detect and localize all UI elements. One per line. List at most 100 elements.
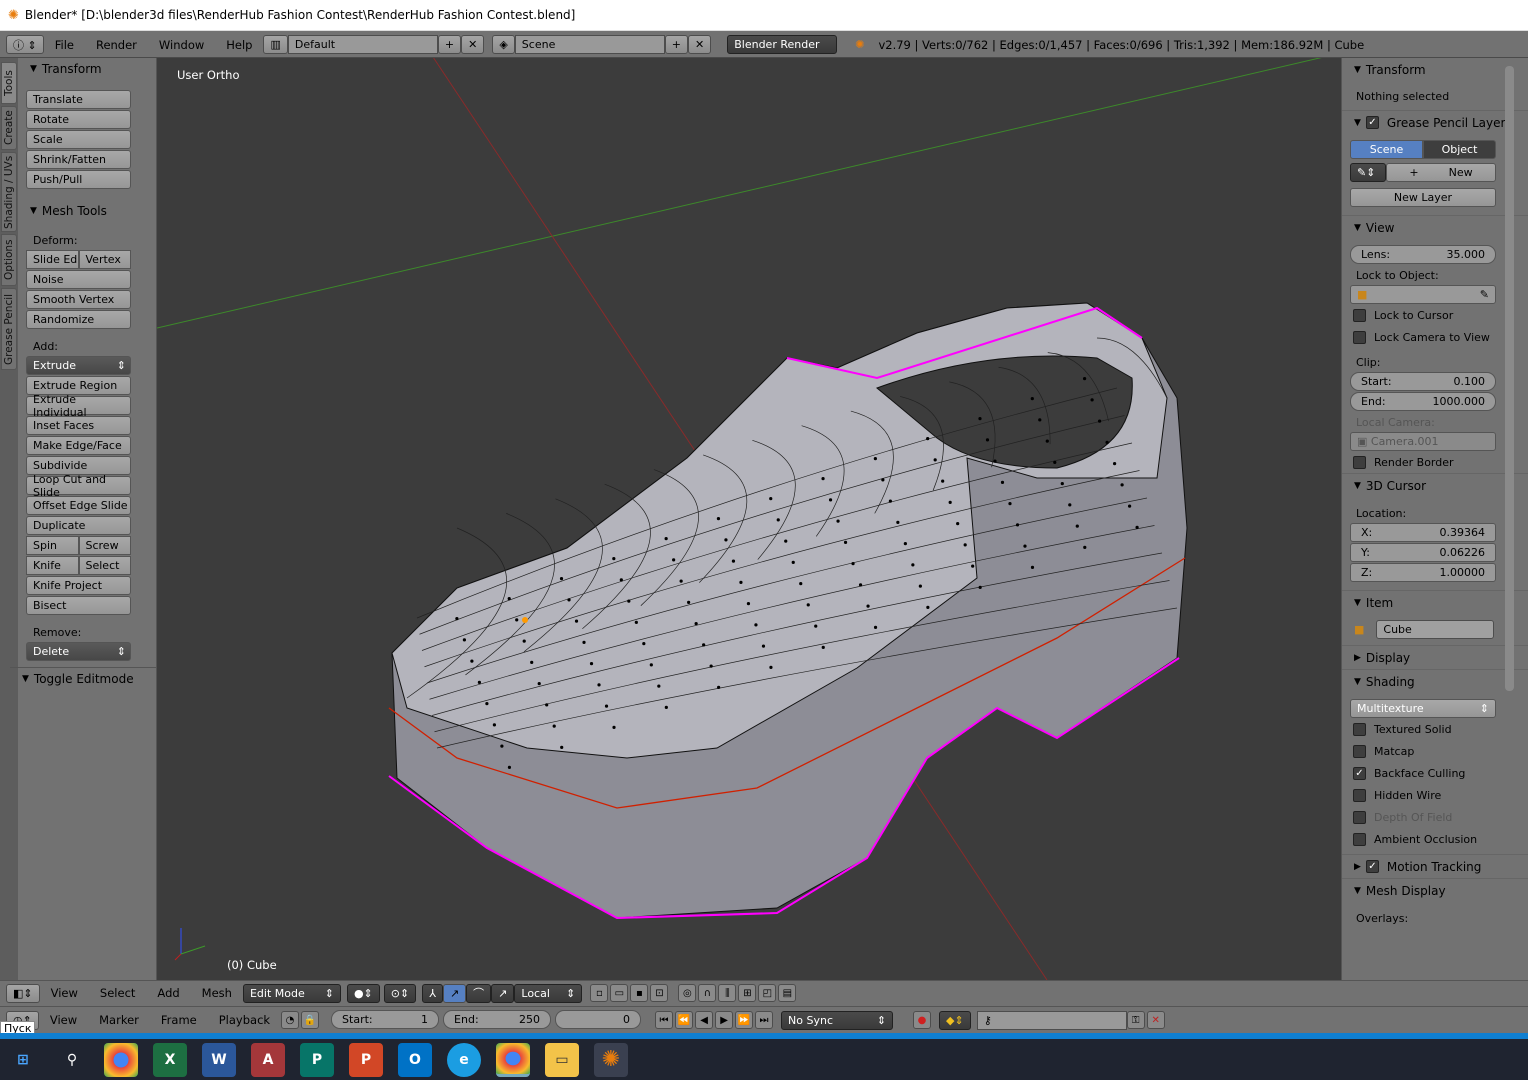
- viewport-shading-button[interactable]: ●⇕: [346, 983, 380, 1003]
- lens-field[interactable]: Lens: 35.000: [1350, 245, 1496, 264]
- tab-shading-uvs[interactable]: Shading / UVs: [1, 152, 17, 232]
- preview-range-icon[interactable]: ◔: [281, 1011, 300, 1029]
- lock-range-icon[interactable]: 🔒: [301, 1011, 320, 1029]
- new-gp-button[interactable]: + New: [1386, 163, 1496, 182]
- snap-target-icon[interactable]: ⊞: [738, 984, 757, 1002]
- play-icon[interactable]: ▶: [715, 1011, 734, 1029]
- menu-render[interactable]: Render: [85, 38, 148, 52]
- tab-scene[interactable]: Scene: [1350, 140, 1423, 159]
- scene-icon[interactable]: ◈: [492, 35, 515, 54]
- menu-view[interactable]: View: [40, 986, 89, 1000]
- limit-selection-icon[interactable]: ⊡: [650, 984, 669, 1002]
- transform-panel-header[interactable]: ▼ Transform: [18, 58, 156, 80]
- jump-end-icon[interactable]: ⏭: [755, 1011, 774, 1029]
- clip-end-field[interactable]: End: 1000.000: [1350, 392, 1496, 411]
- tab-create[interactable]: Create: [1, 106, 17, 150]
- shading-option[interactable]: ✓ Backface Culling: [1342, 762, 1528, 784]
- delete-select[interactable]: Delete ⇕: [26, 642, 131, 661]
- toggle-editmode-panel[interactable]: ▼ Toggle Editmode: [10, 667, 156, 689]
- menu-help[interactable]: Help: [215, 38, 263, 52]
- menu-mesh[interactable]: Mesh: [191, 986, 243, 1000]
- spin-button[interactable]: Spin: [26, 536, 79, 555]
- inset-faces-button[interactable]: Inset Faces: [26, 416, 131, 435]
- checkbox[interactable]: [1353, 744, 1366, 758]
- render-animation-icon[interactable]: ▤: [778, 984, 797, 1002]
- chrome-icon[interactable]: [104, 1042, 138, 1077]
- cursor-x-field[interactable]: X: 0.39364: [1350, 523, 1496, 542]
- view-header[interactable]: ▼ View: [1342, 215, 1528, 239]
- timeline-menu-view[interactable]: View: [39, 1013, 88, 1027]
- item-name-field[interactable]: Cube: [1376, 620, 1495, 639]
- editor-type-info-button[interactable]: ⓘ ⇕: [6, 35, 44, 54]
- access-icon[interactable]: A: [251, 1042, 285, 1077]
- render-border-option[interactable]: Render Border: [1342, 451, 1528, 473]
- display-header[interactable]: ▶ Display: [1342, 645, 1528, 669]
- word-icon[interactable]: W: [202, 1042, 236, 1077]
- scale-manipulator-icon[interactable]: ↗: [491, 983, 515, 1003]
- edge-select-icon[interactable]: ▭: [610, 984, 629, 1002]
- eyedropper-icon[interactable]: ✎: [1480, 288, 1489, 301]
- loop-cut-button[interactable]: Loop Cut and Slide: [26, 473, 131, 499]
- knife-project-button[interactable]: Knife Project: [26, 576, 131, 595]
- timeline-menu-playback[interactable]: Playback: [208, 1013, 281, 1027]
- mesh-display-header[interactable]: ▼ Mesh Display: [1342, 878, 1528, 902]
- scale-button[interactable]: Scale: [26, 130, 131, 149]
- rotate-manipulator-icon[interactable]: ⌒: [466, 983, 492, 1003]
- checkbox[interactable]: ✓: [1353, 766, 1366, 780]
- shading-option[interactable]: Matcap: [1342, 740, 1528, 762]
- randomize-button[interactable]: Randomize: [26, 310, 131, 329]
- pivot-button[interactable]: ⊙⇕: [383, 983, 417, 1003]
- new-layer-button[interactable]: New Layer: [1350, 188, 1496, 207]
- remove-layout-icon[interactable]: ✕: [461, 35, 485, 54]
- delete-keyframe-icon[interactable]: ✕: [1146, 1011, 1165, 1029]
- vertex-select-icon[interactable]: ▫: [590, 984, 609, 1002]
- checkbox[interactable]: [1353, 832, 1366, 846]
- play-reverse-icon[interactable]: ◀: [695, 1011, 714, 1029]
- snap-element-icon[interactable]: ⫼: [718, 984, 737, 1002]
- remove-scene-icon[interactable]: ✕: [688, 35, 712, 54]
- shrink-fatten-button[interactable]: Shrink/Fatten: [26, 150, 131, 169]
- timeline-menu-frame[interactable]: Frame: [150, 1013, 208, 1027]
- motion-tracking-checkbox[interactable]: ✓: [1365, 860, 1379, 873]
- shading-option[interactable]: Depth Of Field: [1342, 806, 1528, 828]
- powerpoint-icon[interactable]: P: [349, 1042, 383, 1077]
- gp-checkbox[interactable]: ✓: [1365, 116, 1379, 129]
- menu-add[interactable]: Add: [146, 986, 190, 1000]
- shading-header[interactable]: ▼ Shading: [1342, 669, 1528, 693]
- translate-manipulator-icon[interactable]: ↗: [442, 983, 467, 1003]
- cursor-y-field[interactable]: Y: 0.06226: [1350, 543, 1496, 562]
- orientation-select[interactable]: Local ⇕: [514, 983, 583, 1003]
- local-camera-field[interactable]: ▣ Camera.001: [1350, 432, 1496, 451]
- cursor-z-field[interactable]: Z: 1.00000: [1350, 563, 1496, 582]
- screw-button[interactable]: Screw: [78, 536, 131, 555]
- menu-window[interactable]: Window: [148, 38, 215, 52]
- transform-header[interactable]: ▼ Transform: [1342, 58, 1528, 82]
- mesh-tools-panel-header[interactable]: ▼ Mesh Tools: [18, 200, 156, 222]
- knife-button[interactable]: Knife: [26, 556, 79, 575]
- jump-keyframe-back-icon[interactable]: ⏪: [675, 1011, 694, 1029]
- menu-select[interactable]: Select: [89, 986, 146, 1000]
- 3d-cursor-header[interactable]: ▼ 3D Cursor: [1342, 473, 1528, 497]
- timeline-menu-marker[interactable]: Marker: [88, 1013, 150, 1027]
- lock-cursor-option[interactable]: Lock to Cursor: [1342, 304, 1528, 326]
- file-explorer-icon[interactable]: ▭: [545, 1042, 579, 1077]
- extrude-individual-button[interactable]: Extrude Individual: [26, 393, 131, 419]
- checkbox[interactable]: [1353, 788, 1366, 802]
- editor-type-button[interactable]: ◧⇕: [6, 983, 40, 1003]
- make-edge-face-button[interactable]: Make Edge/Face: [26, 436, 131, 455]
- add-layout-icon[interactable]: +: [437, 35, 462, 54]
- duplicate-button[interactable]: Duplicate: [26, 516, 131, 535]
- noise-button[interactable]: Noise: [26, 270, 131, 289]
- slide-edge-button[interactable]: Slide Ed: [26, 250, 79, 269]
- menu-file[interactable]: File: [44, 38, 85, 52]
- checkbox[interactable]: [1353, 722, 1366, 736]
- start-frame-field[interactable]: Start: 1: [331, 1010, 440, 1029]
- tab-options[interactable]: Options: [1, 234, 17, 286]
- 3d-viewport[interactable]: User Ortho (0) Cube: [157, 58, 1341, 980]
- knife-select-button[interactable]: Select: [78, 556, 131, 575]
- extrude-select[interactable]: Extrude ⇕: [26, 356, 131, 375]
- excel-icon[interactable]: X: [153, 1042, 187, 1077]
- insert-keyframe-icon[interactable]: ⚿: [1126, 1011, 1145, 1029]
- shading-option[interactable]: Hidden Wire: [1342, 784, 1528, 806]
- blender-taskbar-icon[interactable]: ✺: [594, 1042, 628, 1077]
